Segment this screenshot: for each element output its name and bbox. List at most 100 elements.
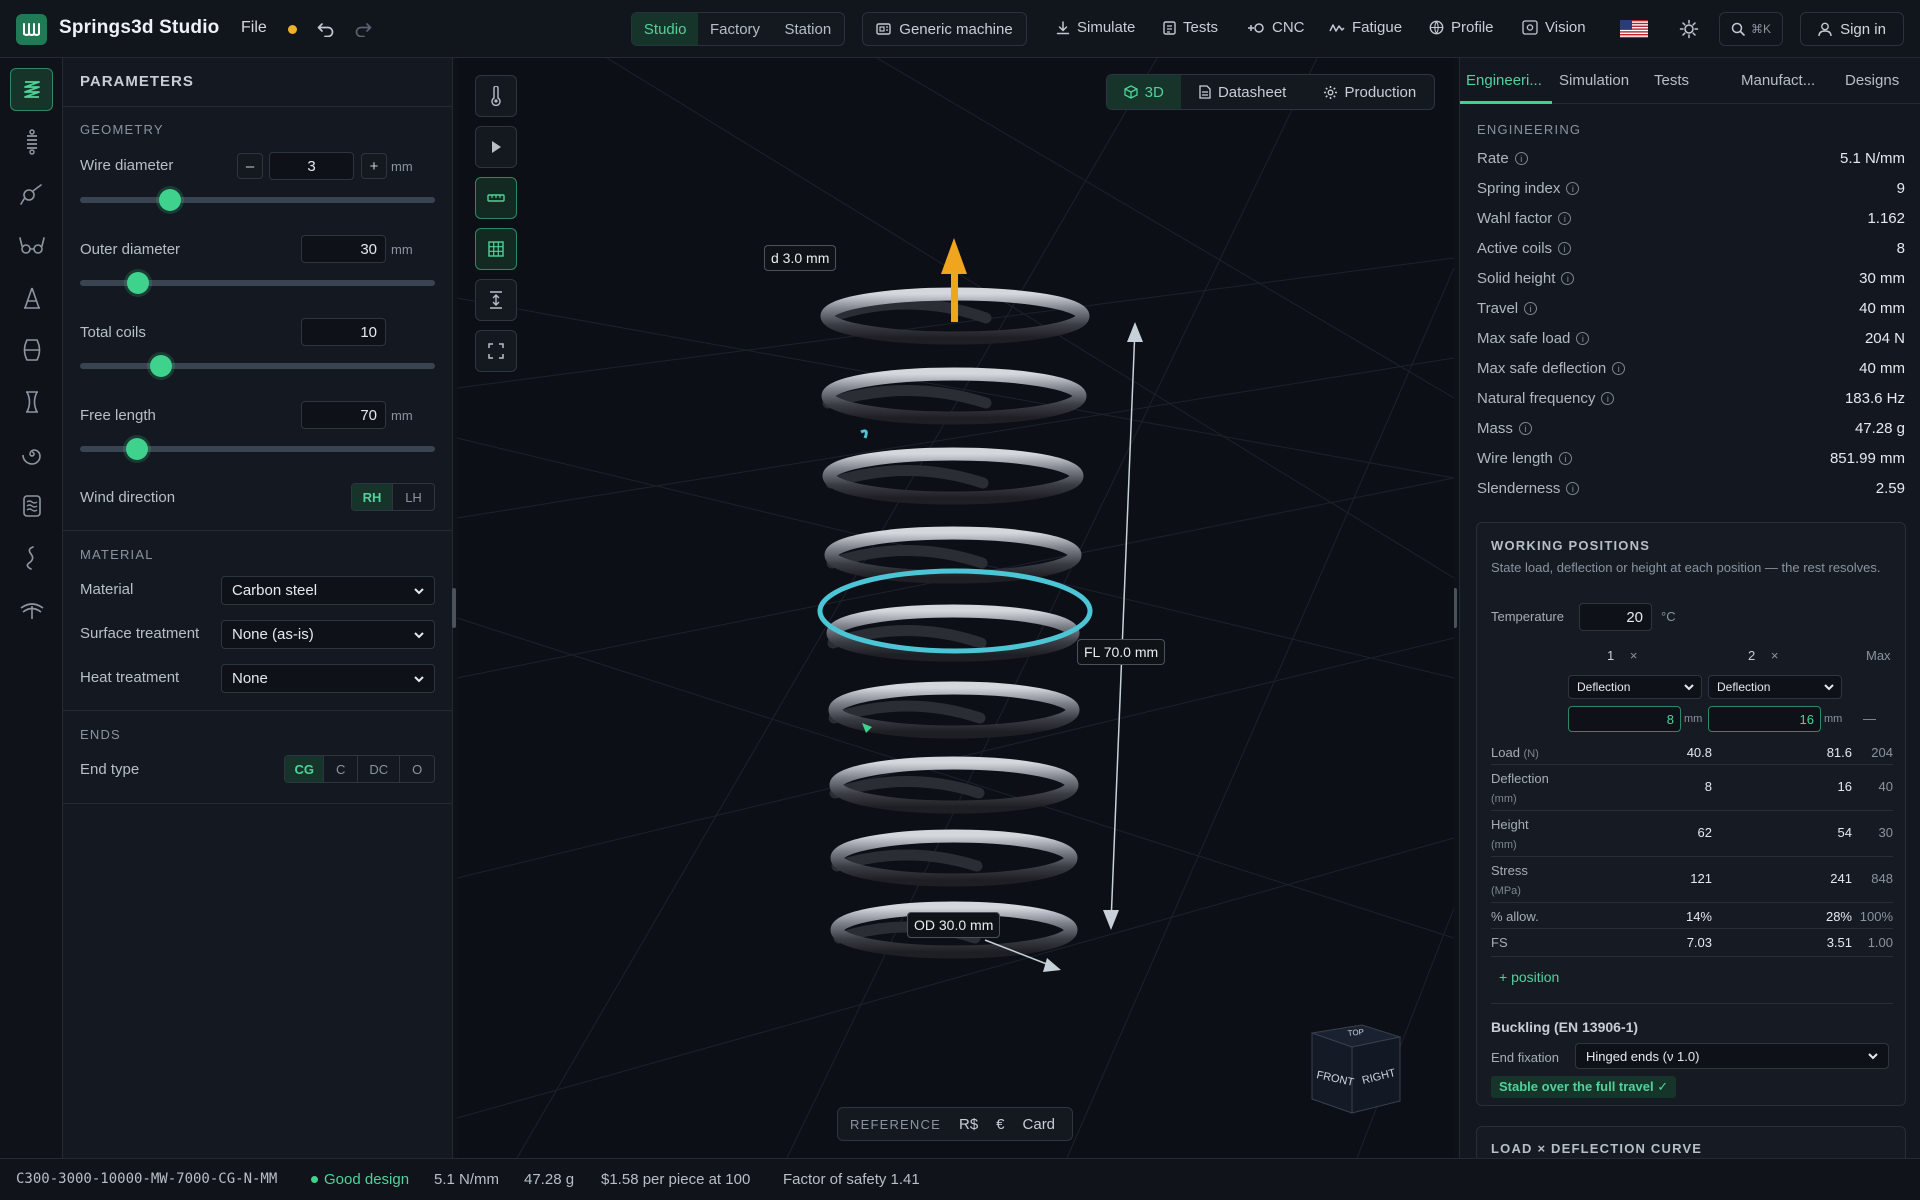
remove-position-2-icon[interactable]: ×: [1771, 648, 1779, 663]
temperature-input[interactable]: 20: [1579, 603, 1652, 631]
fullscreen-icon: [488, 343, 504, 359]
surface-treatment-select[interactable]: None (as-is): [221, 620, 435, 649]
end-type-c[interactable]: C: [324, 756, 359, 782]
info-icon[interactable]: i: [1524, 302, 1538, 315]
end-type-o[interactable]: O: [400, 756, 434, 782]
metric-name: Rate: [1477, 150, 1509, 167]
nav-fatigue[interactable]: Fatigue: [1329, 19, 1402, 36]
double-torsion-icon[interactable]: [10, 224, 53, 267]
measure-tool[interactable]: [475, 177, 517, 219]
grid-toggle[interactable]: [475, 228, 517, 270]
hourglass-spring-icon[interactable]: [10, 380, 53, 423]
fit-height-tool[interactable]: [475, 279, 517, 321]
conical-spring-icon[interactable]: [10, 276, 53, 319]
info-icon[interactable]: i: [1612, 362, 1626, 375]
barrel-spring-icon[interactable]: [10, 328, 53, 371]
tab-engineering[interactable]: Engineeri...: [1466, 72, 1542, 89]
view-tabs: 3D Datasheet Production: [1106, 74, 1435, 110]
total-coils-slider[interactable]: [80, 363, 435, 369]
view-cube-top[interactable]: TOP: [1347, 1027, 1364, 1038]
torsion-spring-icon[interactable]: [10, 172, 53, 215]
nav-profile[interactable]: Profile: [1429, 19, 1494, 36]
theme-toggle-icon[interactable]: [1678, 18, 1700, 40]
left-resize-handle[interactable]: [452, 588, 456, 628]
mode-factory[interactable]: Factory: [698, 13, 771, 45]
info-icon[interactable]: i: [1558, 242, 1572, 255]
info-icon[interactable]: i: [1566, 482, 1580, 495]
end-type-dc[interactable]: DC: [358, 756, 401, 782]
view-cube[interactable]: TOP FRONT RIGHT: [1300, 1013, 1420, 1127]
tab-simulation[interactable]: Simulation: [1559, 72, 1629, 89]
play-animation-button[interactable]: [475, 126, 517, 168]
spiral-spring-icon[interactable]: [10, 432, 53, 475]
wind-rh-option[interactable]: RH: [352, 484, 394, 510]
free-length-slider-handle[interactable]: [126, 438, 148, 460]
nav-cnc[interactable]: CNC: [1247, 19, 1305, 36]
free-length-input[interactable]: 70: [301, 401, 386, 429]
position-1-mode-select[interactable]: Deflection: [1568, 675, 1702, 699]
add-position-button[interactable]: + position: [1499, 969, 1559, 985]
us-flag-icon[interactable]: [1620, 20, 1648, 42]
info-icon[interactable]: i: [1518, 422, 1532, 435]
tab-tests[interactable]: Tests: [1654, 72, 1689, 89]
info-icon[interactable]: i: [1561, 272, 1575, 285]
total-coils-slider-handle[interactable]: [150, 355, 172, 377]
wave-spring-icon[interactable]: [10, 484, 53, 527]
position-2-mode-select[interactable]: Deflection: [1708, 675, 1842, 699]
nav-tests[interactable]: Tests: [1163, 19, 1218, 36]
info-icon[interactable]: i: [1558, 212, 1572, 225]
3d-viewport[interactable]: d 3.0 mm FL 70.0 mm OD 30.0 mm 3D Datash…: [457, 58, 1454, 1158]
tab-manufacturing[interactable]: Manufact...: [1741, 72, 1815, 89]
end-fixation-select[interactable]: Hinged ends (ν 1.0): [1575, 1043, 1889, 1069]
machine-selector[interactable]: Generic machine: [862, 12, 1027, 46]
status-bar: C300-3000-10000-MW-7000-CG-N-MM Good des…: [0, 1158, 1920, 1200]
wire-form-icon[interactable]: [10, 536, 53, 579]
position-2-value-input[interactable]: 16: [1708, 706, 1821, 732]
currency-card[interactable]: Card: [1023, 1116, 1056, 1133]
tab-3d[interactable]: 3D: [1107, 75, 1181, 109]
spring-code[interactable]: C300-3000-10000-MW-7000-CG-N-MM: [16, 1171, 277, 1187]
currency-brl[interactable]: R$: [959, 1116, 978, 1133]
compression-spring-icon[interactable]: [10, 68, 53, 111]
app-logo[interactable]: [16, 14, 47, 45]
wire-diameter-slider-handle[interactable]: [159, 189, 181, 211]
fullscreen-button[interactable]: [475, 330, 517, 372]
mode-station[interactable]: Station: [772, 13, 844, 45]
tab-designs[interactable]: Designs: [1845, 72, 1899, 89]
file-menu[interactable]: File: [241, 19, 267, 37]
nav-vision[interactable]: Vision: [1522, 19, 1586, 36]
outer-diameter-input[interactable]: 30: [301, 235, 386, 263]
info-icon[interactable]: i: [1576, 332, 1590, 345]
material-select[interactable]: Carbon steel: [221, 576, 435, 605]
search-button[interactable]: ⌘K: [1719, 12, 1783, 46]
undo-icon[interactable]: [315, 18, 337, 40]
info-icon[interactable]: i: [1601, 392, 1615, 405]
wind-lh-option[interactable]: LH: [393, 484, 434, 510]
tab-datasheet[interactable]: Datasheet: [1181, 75, 1305, 109]
tab-production[interactable]: Production: [1305, 75, 1434, 109]
wire-diameter-input[interactable]: 3: [269, 152, 354, 180]
wire-diameter-decrement[interactable]: –: [237, 153, 263, 179]
outer-diameter-slider-handle[interactable]: [127, 272, 149, 294]
flat-spring-icon[interactable]: [10, 588, 53, 631]
heat-treatment-label: Heat treatment: [80, 669, 180, 686]
mode-studio[interactable]: Studio: [632, 13, 699, 45]
info-icon[interactable]: i: [1514, 152, 1528, 165]
remove-position-1-icon[interactable]: ×: [1630, 648, 1638, 663]
sign-in-button[interactable]: Sign in: [1800, 12, 1904, 46]
extension-spring-icon[interactable]: [10, 120, 53, 163]
total-coils-input[interactable]: 10: [301, 318, 386, 346]
nav-simulate[interactable]: Simulate: [1056, 19, 1135, 36]
end-type-cg[interactable]: CG: [285, 756, 325, 782]
info-icon[interactable]: i: [1566, 182, 1580, 195]
wave-icon: [1329, 23, 1345, 32]
info-icon[interactable]: i: [1558, 452, 1572, 465]
currency-eur[interactable]: €: [996, 1116, 1004, 1133]
redo-icon[interactable]: [352, 18, 374, 40]
max-value: 1.00: [1867, 935, 1893, 950]
heat-treatment-select[interactable]: None: [221, 664, 435, 693]
wire-diameter-increment[interactable]: +: [361, 153, 387, 179]
wire-diameter-slider[interactable]: [80, 197, 435, 203]
temperature-tool[interactable]: [475, 75, 517, 117]
position-1-value-input[interactable]: 8: [1568, 706, 1681, 732]
